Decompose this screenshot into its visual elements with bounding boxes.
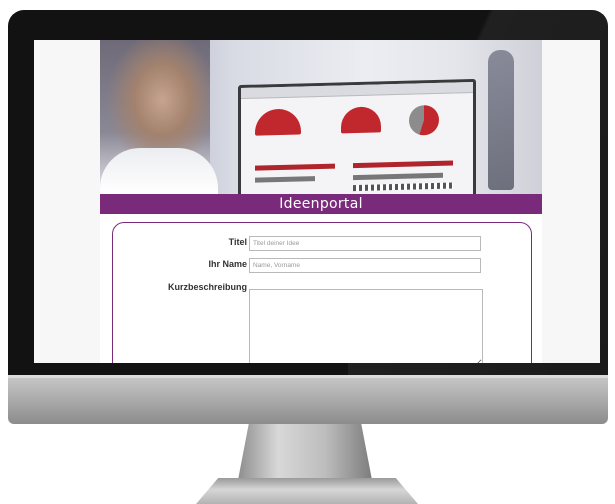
idea-form: Titel Ihr Name Kurzbeschreibung (112, 222, 532, 363)
monitor-stand-base (196, 478, 418, 504)
title-input[interactable] (249, 236, 481, 251)
ideenportal-page: Ideenportal Titel Ihr Name Kurzbeschreib… (100, 40, 542, 363)
hero-bar (255, 163, 335, 171)
hero-bar (255, 176, 315, 183)
title-label: Titel (228, 237, 247, 247)
monitor-stand-neck (238, 424, 372, 480)
description-label: Kurzbeschreibung (167, 282, 247, 292)
description-textarea[interactable] (249, 289, 483, 363)
monitor-chin (8, 375, 608, 424)
page-title: Ideenportal (100, 194, 542, 214)
hero-gauge-chart (341, 106, 381, 134)
hero-bar (353, 160, 453, 169)
hero-walking-person-image (488, 50, 514, 190)
hero-dashboard-monitor-image (238, 78, 476, 194)
hero-bar (353, 172, 443, 181)
name-label: Ihr Name (208, 259, 247, 269)
monitor-bezel: Ideenportal Titel Ihr Name Kurzbeschreib… (8, 10, 608, 375)
hero-dashboard-toolbar (241, 81, 473, 100)
hero-hatched-bar (353, 182, 453, 192)
name-input[interactable] (249, 258, 481, 273)
hero-gauge-chart (255, 108, 301, 136)
hero-donut-chart (409, 104, 439, 136)
monitor-screen: Ideenportal Titel Ihr Name Kurzbeschreib… (34, 40, 600, 363)
hero-shirt-shape (100, 148, 218, 194)
chin-highlight (8, 375, 608, 378)
hero-image (100, 40, 542, 194)
